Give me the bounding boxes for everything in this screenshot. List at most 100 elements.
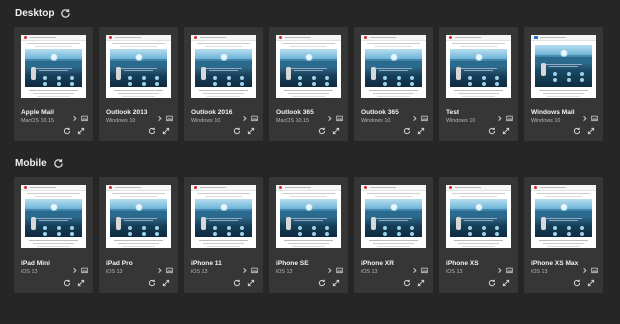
chevron-right-icon[interactable] [581,267,588,274]
email-preview-thumbnail[interactable] [106,35,171,98]
expand-icon[interactable] [332,127,340,135]
chevron-right-icon[interactable] [241,267,248,274]
image-icon[interactable] [421,115,428,122]
refresh-icon[interactable] [488,127,496,135]
image-icon[interactable] [421,267,428,274]
client-os: Windows 10 [106,118,136,124]
client-preview-card[interactable]: Outlook 365 Windows 10 [354,27,433,141]
client-preview-card[interactable]: Test Windows 10 [439,27,518,141]
image-icon[interactable] [506,267,513,274]
chevron-right-icon[interactable] [496,115,503,122]
image-icon[interactable] [81,267,88,274]
chevron-right-icon[interactable] [156,267,163,274]
refresh-icon[interactable] [60,8,71,19]
email-preview-thumbnail[interactable] [276,35,341,98]
email-preview-thumbnail[interactable] [191,185,256,248]
client-preview-card[interactable]: iPhone XS Max iOS 13 [524,177,603,293]
chevron-right-icon[interactable] [581,115,588,122]
client-preview-card[interactable]: iPhone XS iOS 13 [439,177,518,293]
refresh-icon[interactable] [148,279,156,287]
email-preview-thumbnail[interactable] [21,35,86,98]
desktop-card-list: Apple Mail MacOS 10.15 Outlook 2013 Wind… [14,27,603,141]
client-os: MacOS 10.15 [276,118,309,124]
chevron-right-icon[interactable] [71,115,78,122]
mobile-section-header: Mobile [15,155,64,171]
expand-icon[interactable] [587,127,595,135]
chevron-right-icon[interactable] [411,115,418,122]
image-icon[interactable] [506,115,513,122]
refresh-icon[interactable] [573,279,581,287]
image-icon[interactable] [166,115,173,122]
image-icon[interactable] [591,267,598,274]
client-name: iPhone XR [361,260,394,267]
client-name: iPhone XS [446,260,479,267]
client-preview-card[interactable]: iPhone SE iOS 13 [269,177,348,293]
refresh-icon[interactable] [318,279,326,287]
chevron-right-icon[interactable] [326,267,333,274]
image-icon[interactable] [251,267,258,274]
chevron-right-icon[interactable] [71,267,78,274]
client-preview-card[interactable]: Outlook 2013 Windows 10 [99,27,178,141]
email-preview-thumbnail[interactable] [531,185,596,248]
expand-icon[interactable] [162,279,170,287]
client-preview-card[interactable]: iPhone 11 iOS 13 [184,177,263,293]
refresh-icon[interactable] [403,127,411,135]
expand-icon[interactable] [332,279,340,287]
client-preview-card[interactable]: Outlook 2016 Windows 10 [184,27,263,141]
chevron-right-icon[interactable] [241,115,248,122]
expand-icon[interactable] [502,279,510,287]
expand-icon[interactable] [77,127,85,135]
refresh-icon[interactable] [53,158,64,169]
client-preview-card[interactable]: Apple Mail MacOS 10.15 [14,27,93,141]
refresh-icon[interactable] [233,127,241,135]
expand-icon[interactable] [502,127,510,135]
client-preview-card[interactable]: Windows Mail Windows 10 [524,27,603,141]
email-preview-thumbnail[interactable] [446,185,511,248]
chevron-right-icon[interactable] [496,267,503,274]
email-preview-thumbnail[interactable] [361,35,426,98]
refresh-icon[interactable] [63,279,71,287]
email-preview-thumbnail[interactable] [361,185,426,248]
chevron-right-icon[interactable] [326,115,333,122]
expand-icon[interactable] [162,127,170,135]
expand-icon[interactable] [77,279,85,287]
refresh-icon[interactable] [148,127,156,135]
refresh-icon[interactable] [573,127,581,135]
client-name: Apple Mail [21,109,54,116]
client-preview-card[interactable]: Outlook 365 MacOS 10.15 [269,27,348,141]
email-preview-thumbnail[interactable] [446,35,511,98]
expand-icon[interactable] [417,127,425,135]
image-icon[interactable] [166,267,173,274]
client-os: iOS 13 [361,269,378,275]
expand-icon[interactable] [247,127,255,135]
client-name: iPhone 11 [191,260,222,267]
client-os: Windows 10 [361,118,391,124]
client-name: iPhone XS Max [531,260,579,267]
email-preview-thumbnail[interactable] [276,185,341,248]
image-icon[interactable] [251,115,258,122]
refresh-icon[interactable] [233,279,241,287]
refresh-icon[interactable] [63,127,71,135]
client-preview-card[interactable]: iPad Mini iOS 13 [14,177,93,293]
email-preview-thumbnail[interactable] [531,35,596,98]
client-os: iOS 13 [21,269,38,275]
refresh-icon[interactable] [488,279,496,287]
expand-icon[interactable] [247,279,255,287]
image-icon[interactable] [336,115,343,122]
email-preview-thumbnail[interactable] [106,185,171,248]
chevron-right-icon[interactable] [156,115,163,122]
client-preview-card[interactable]: iPhone XR iOS 13 [354,177,433,293]
refresh-icon[interactable] [403,279,411,287]
chevron-right-icon[interactable] [411,267,418,274]
refresh-icon[interactable] [318,127,326,135]
client-preview-card[interactable]: iPad Pro iOS 13 [99,177,178,293]
email-preview-thumbnail[interactable] [191,35,256,98]
image-icon[interactable] [81,115,88,122]
email-preview-thumbnail[interactable] [21,185,86,248]
image-icon[interactable] [591,115,598,122]
expand-icon[interactable] [587,279,595,287]
image-icon[interactable] [336,267,343,274]
client-os: Windows 10 [191,118,221,124]
client-os: Windows 10 [531,118,561,124]
expand-icon[interactable] [417,279,425,287]
